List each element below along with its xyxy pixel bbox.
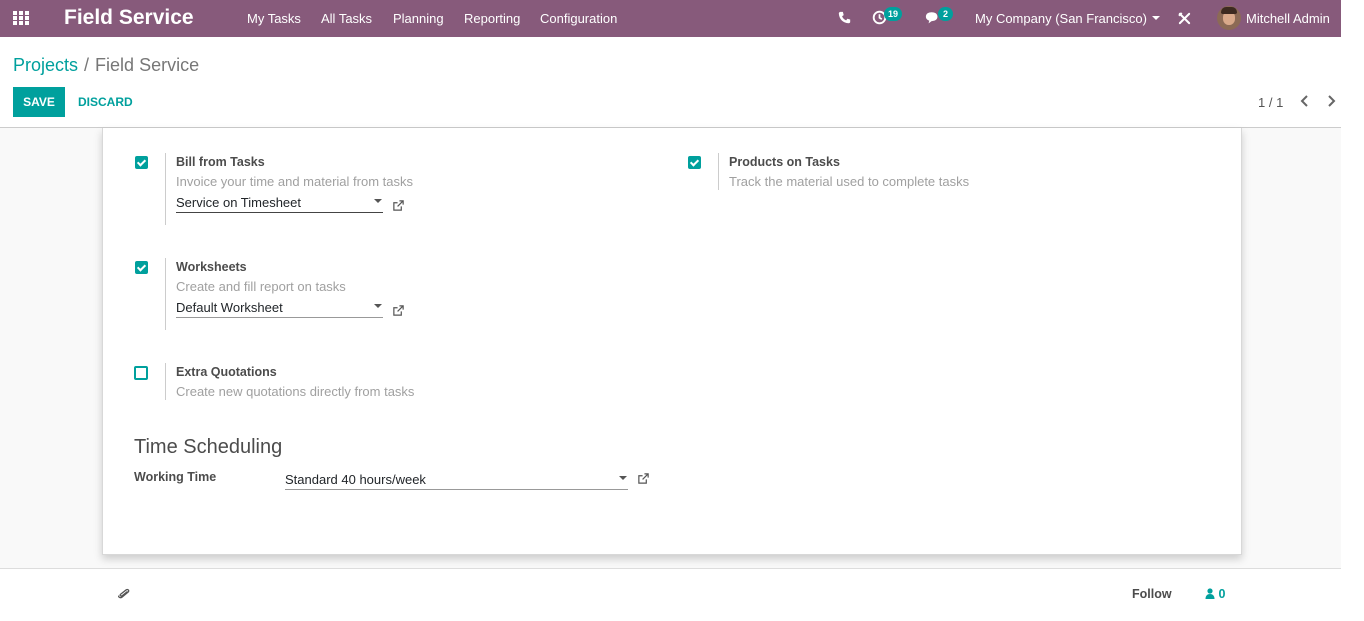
worksheets-description: Create and fill report on tasks <box>176 279 346 294</box>
working-time-label: Working Time <box>134 470 217 484</box>
save-button[interactable]: SAVE <box>13 87 65 117</box>
chevron-right-icon[interactable] <box>1326 94 1336 108</box>
worksheet-template-value: Default Worksheet <box>176 300 283 315</box>
message-badge: 2 <box>938 7 953 21</box>
phone-icon[interactable] <box>838 11 851 24</box>
service-product-value: Service on Timesheet <box>176 195 302 210</box>
working-time-select[interactable]: Standard 40 hours/week <box>285 470 628 490</box>
followers-button[interactable]: 0 <box>1205 587 1225 601</box>
paperclip-icon[interactable] <box>118 587 130 601</box>
products-on-tasks-description: Track the material used to complete task… <box>729 174 970 189</box>
bill-from-tasks-checkbox[interactable] <box>135 156 148 169</box>
chevron-down-icon <box>374 304 382 308</box>
external-link-icon[interactable] <box>392 304 405 317</box>
user-menu[interactable]: Mitchell Admin <box>1246 11 1330 26</box>
products-on-tasks-title: Products on Tasks <box>729 155 840 169</box>
menu-all-tasks[interactable]: All Tasks <box>321 11 372 26</box>
chevron-down-icon <box>619 476 627 480</box>
menu-planning[interactable]: Planning <box>393 11 444 26</box>
service-product-select[interactable]: Service on Timesheet <box>176 193 383 213</box>
chevron-left-icon[interactable] <box>1300 94 1310 108</box>
worksheet-template-select[interactable]: Default Worksheet <box>176 298 383 318</box>
bill-from-tasks-title: Bill from Tasks <box>176 155 265 169</box>
bill-from-tasks-description: Invoice your time and material from task… <box>176 174 413 189</box>
top-navbar: Field Service My Tasks All Tasks Plannin… <box>0 0 1341 37</box>
chevron-down-icon <box>374 199 382 203</box>
discard-button[interactable]: DISCARD <box>78 87 133 117</box>
working-time-value: Standard 40 hours/week <box>285 472 426 487</box>
breadcrumb-projects[interactable]: Projects <box>13 55 78 75</box>
external-link-icon[interactable] <box>637 472 650 485</box>
chevron-down-icon[interactable] <box>1152 16 1160 20</box>
extra-quotations-description: Create new quotations directly from task… <box>176 384 415 399</box>
breadcrumb-current: Field Service <box>95 55 200 75</box>
setting-divider <box>718 153 719 190</box>
extra-quotations-title: Extra Quotations <box>176 365 277 379</box>
setting-divider <box>165 153 166 225</box>
followers-count: 0 <box>1218 587 1226 601</box>
app-brand[interactable]: Field Service <box>64 6 194 30</box>
worksheets-title: Worksheets <box>176 260 247 274</box>
avatar[interactable] <box>1217 6 1241 30</box>
menu-configuration[interactable]: Configuration <box>540 11 617 26</box>
menu-reporting[interactable]: Reporting <box>464 11 520 26</box>
activity-badge: 19 <box>884 7 903 21</box>
pager-value[interactable]: 1 / 1 <box>1258 95 1283 110</box>
follow-button[interactable]: Follow <box>1132 587 1172 601</box>
apps-grid-icon[interactable] <box>13 11 30 26</box>
products-on-tasks-checkbox[interactable] <box>688 156 701 169</box>
extra-quotations-checkbox[interactable] <box>134 366 148 380</box>
breadcrumb-separator: / <box>84 55 90 75</box>
menu-my-tasks[interactable]: My Tasks <box>247 11 301 26</box>
time-scheduling-heading: Time Scheduling <box>134 436 283 458</box>
company-switcher[interactable]: My Company (San Francisco) <box>975 11 1147 26</box>
chatter-divider <box>0 568 1341 569</box>
debug-tools-icon[interactable] <box>1178 12 1191 25</box>
setting-divider <box>165 258 166 330</box>
worksheets-checkbox[interactable] <box>135 261 148 274</box>
breadcrumb: Projects / Field Service <box>13 55 199 76</box>
setting-divider <box>165 363 166 400</box>
user-icon <box>1205 588 1215 599</box>
external-link-icon[interactable] <box>392 199 405 212</box>
